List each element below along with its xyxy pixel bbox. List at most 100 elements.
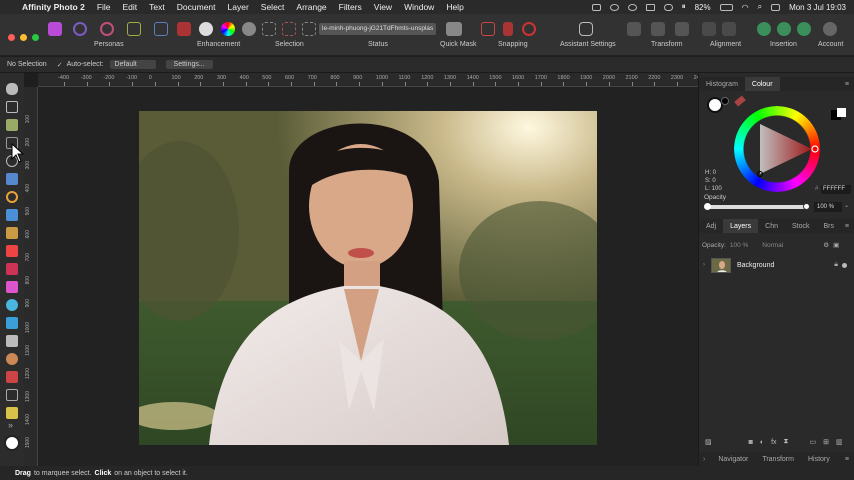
assistant-icon[interactable] <box>579 22 593 36</box>
erase-tool-icon[interactable] <box>6 281 18 293</box>
hand-tool-icon[interactable] <box>6 83 18 95</box>
minimize-window-button[interactable] <box>20 34 27 41</box>
auto-white-balance-icon[interactable] <box>242 22 256 36</box>
export-persona-icon[interactable] <box>154 22 168 36</box>
photo-persona-icon[interactable] <box>48 22 62 36</box>
control-center-icon[interactable] <box>771 3 781 11</box>
bottom-panel-menu-icon[interactable]: ≡ <box>845 456 854 463</box>
layer-lock-icon[interactable]: ▣ <box>833 241 839 249</box>
autoselect-checkbox-icon[interactable]: ✓ <box>57 61 63 69</box>
develop-persona-icon[interactable] <box>100 22 114 36</box>
pixel-tool-icon[interactable] <box>6 245 18 257</box>
collapse-panel-icon[interactable]: › <box>699 456 711 463</box>
insert-inside-icon[interactable] <box>757 22 771 36</box>
tab-histogram[interactable]: Histogram <box>699 81 745 88</box>
clone-tool-icon[interactable] <box>6 317 18 329</box>
align-left-icon[interactable] <box>702 22 716 36</box>
layer-styles-icon[interactable]: ▨ <box>705 438 712 446</box>
document-status-filename[interactable]: le-minh-phuong-jG21TdFhmts-unsplas <box>319 23 436 35</box>
tab-layers[interactable]: Layers <box>723 219 759 233</box>
insert-top-icon[interactable] <box>797 22 811 36</box>
colour-wheel[interactable] <box>734 106 820 192</box>
transform-rotate-left-icon[interactable] <box>627 22 641 36</box>
snapping-toggle-icon[interactable] <box>503 22 513 36</box>
menu-layer[interactable]: Layer <box>228 2 249 12</box>
eyedropper-icon[interactable] <box>734 95 746 107</box>
menu-text[interactable]: Text <box>149 2 165 12</box>
paint-mixer-tool-icon[interactable] <box>6 263 18 275</box>
auto-colour-icon[interactable] <box>221 22 235 36</box>
colour-picker-tool-icon[interactable] <box>6 119 18 131</box>
auto-levels-icon[interactable] <box>177 22 191 36</box>
tab-channels[interactable]: Chn <box>758 223 785 230</box>
play-icon[interactable] <box>609 3 619 11</box>
timer-icon[interactable] <box>627 3 637 11</box>
menu-view[interactable]: View <box>374 2 392 12</box>
panel-menu-icon[interactable]: ≡ <box>845 81 854 88</box>
hex-input[interactable]: FFFFFF <box>821 185 851 194</box>
red-eye-tool-icon[interactable] <box>6 371 18 383</box>
align-center-icon[interactable] <box>722 22 736 36</box>
wifi-icon[interactable]: ◠ <box>742 3 749 12</box>
app-name-menu[interactable]: Affinity Photo 2 <box>22 2 85 12</box>
delete-layer-icon[interactable]: ▥ <box>836 438 843 446</box>
opacity-dropdown-icon[interactable]: ⌄ <box>844 202 849 209</box>
search-icon[interactable]: ⌕ <box>758 2 762 12</box>
select-all-icon[interactable] <box>262 22 276 36</box>
tone-mapping-persona-icon[interactable] <box>127 22 141 36</box>
snapping-grid-icon[interactable] <box>481 22 495 36</box>
quick-mask-icon[interactable] <box>446 22 462 36</box>
transform-flip-icon[interactable] <box>675 22 689 36</box>
layer-visibility-icon[interactable] <box>842 262 847 268</box>
layer-expand-icon[interactable]: › <box>703 262 705 268</box>
menu-select[interactable]: Select <box>261 2 285 12</box>
clock[interactable]: Mon 3 Jul 19:03 <box>789 3 846 12</box>
stroke-colour-swatch[interactable] <box>721 97 729 105</box>
zoom-window-button[interactable] <box>32 34 39 41</box>
layer-row-background[interactable]: › Background 🔒︎ <box>703 256 851 274</box>
more-tools-icon[interactable]: » <box>8 420 13 430</box>
deselect-icon[interactable] <box>282 22 296 36</box>
opacity-input[interactable]: 100 % <box>814 202 842 212</box>
tab-navigator[interactable]: Navigator <box>711 456 755 463</box>
layer-settings-gear-icon[interactable]: ⚙ <box>823 241 829 249</box>
healing-tool-icon[interactable] <box>6 335 18 347</box>
text-tool-icon[interactable] <box>6 407 18 419</box>
transform-rotate-right-icon[interactable] <box>651 22 665 36</box>
layers-panel-menu-icon[interactable]: ≡ <box>845 223 854 230</box>
mask-layer-icon[interactable]: ◙ <box>749 439 753 446</box>
blemish-tool-icon[interactable] <box>6 353 18 365</box>
pause-icon[interactable]: ⏸ <box>682 2 686 12</box>
invert-selection-icon[interactable] <box>302 22 316 36</box>
tab-colour[interactable]: Colour <box>744 77 780 91</box>
group-layer-icon[interactable]: ▭ <box>809 438 816 446</box>
tab-history[interactable]: History <box>801 456 837 463</box>
primary-colour-swatch[interactable] <box>4 435 20 451</box>
move-tool-icon[interactable] <box>6 101 18 113</box>
opacity-slider-handle[interactable] <box>803 203 810 210</box>
auto-contrast-icon[interactable] <box>199 22 213 36</box>
close-window-button[interactable] <box>8 34 15 41</box>
account-icon[interactable] <box>823 22 837 36</box>
opacity-slider-track[interactable] <box>707 205 809 209</box>
tab-stock[interactable]: Stock <box>785 223 817 230</box>
menu-edit[interactable]: Edit <box>123 2 138 12</box>
screen-record-icon[interactable] <box>591 3 601 11</box>
menu-file[interactable]: File <box>97 2 111 12</box>
menu-window[interactable]: Window <box>404 2 434 12</box>
flood-select-tool-icon[interactable] <box>6 173 18 185</box>
menu-help[interactable]: Help <box>446 2 463 12</box>
pen-tool-icon[interactable] <box>6 389 18 401</box>
add-layer-icon[interactable]: ⊞ <box>823 438 829 446</box>
photo-portrait-image[interactable] <box>139 111 597 445</box>
liquify-persona-icon[interactable] <box>73 22 87 36</box>
battery-icon[interactable] <box>719 3 733 11</box>
blend-mode-dropdown[interactable]: Normal <box>762 242 817 249</box>
adjustment-layer-icon[interactable]: ◐ <box>760 439 764 446</box>
display-icon[interactable] <box>645 3 655 11</box>
flood-fill-tool-icon[interactable] <box>6 209 18 221</box>
settings-button[interactable]: Settings... <box>165 60 213 69</box>
layer-opacity-value[interactable]: 100 % <box>730 242 748 249</box>
tab-adjustments[interactable]: Adj <box>699 223 723 230</box>
tab-brushes[interactable]: Brs <box>817 223 842 230</box>
